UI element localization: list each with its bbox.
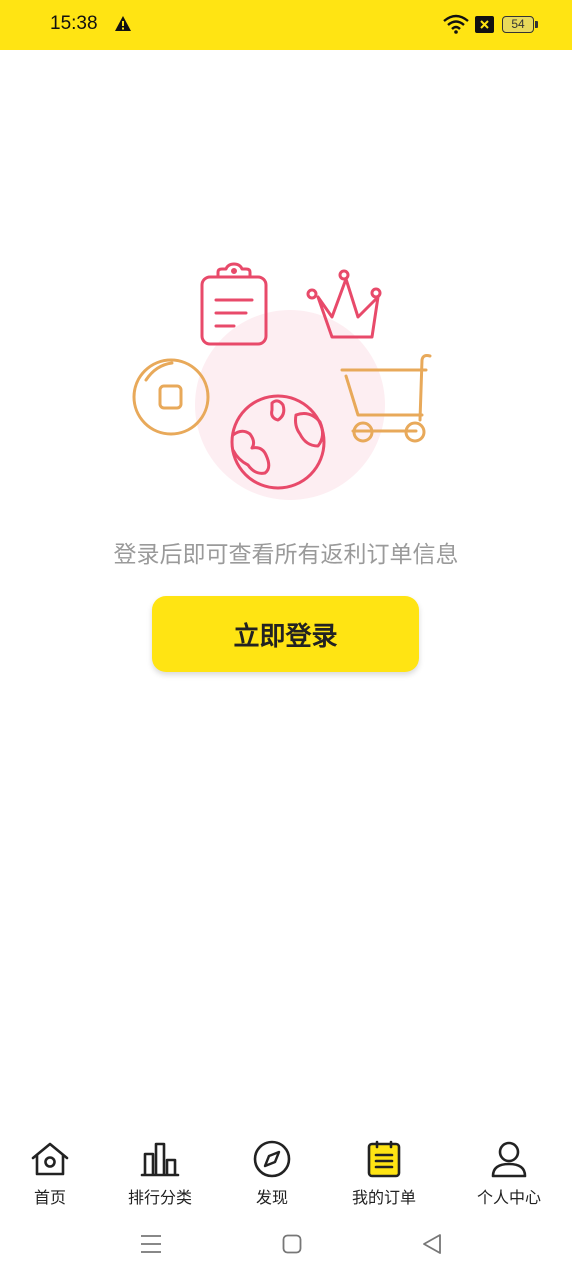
tab-my-orders-label: 我的订单 xyxy=(351,1188,416,1207)
tab-ranking[interactable]: 排行分类 xyxy=(110,1130,210,1212)
status-time: 15:38 xyxy=(50,13,98,34)
status-bar: 15:38 54 xyxy=(0,0,572,50)
battery-tip xyxy=(535,21,538,28)
compass-icon xyxy=(253,1140,291,1178)
login-button[interactable]: 立即登录 xyxy=(152,596,419,672)
system-nav-bar xyxy=(0,1220,572,1280)
person-icon xyxy=(491,1141,527,1178)
tab-profile-label: 个人中心 xyxy=(476,1188,541,1207)
battery-level: 54 xyxy=(511,17,525,31)
bar-chart-icon xyxy=(140,1142,180,1177)
home-square-icon[interactable] xyxy=(282,1232,302,1256)
back-triangle-icon[interactable] xyxy=(422,1232,442,1256)
tab-discover[interactable]: 发现 xyxy=(222,1130,322,1212)
tab-profile[interactable]: 个人中心 xyxy=(459,1130,559,1212)
clipboard-icon xyxy=(367,1140,401,1178)
tab-ranking-label: 排行分类 xyxy=(127,1188,192,1207)
wifi-icon xyxy=(443,14,469,34)
tab-discover-label: 发现 xyxy=(255,1188,288,1207)
empty-orders-illustration xyxy=(132,262,432,500)
menu-icon[interactable] xyxy=(140,1232,162,1256)
close-box-icon xyxy=(475,16,494,33)
tab-my-orders[interactable]: 我的订单 xyxy=(334,1130,434,1212)
battery-icon: 54 xyxy=(502,16,534,33)
bottom-tab-bar: 首页 排行分类 发现 我的订单 个人中心 xyxy=(0,1130,572,1212)
tab-home-label: 首页 xyxy=(33,1188,66,1207)
tab-home[interactable]: 首页 xyxy=(0,1130,100,1212)
home-icon xyxy=(31,1142,69,1176)
warning-icon xyxy=(115,16,131,31)
login-tip-text: 登录后即可查看所有返利订单信息 xyxy=(113,542,459,568)
